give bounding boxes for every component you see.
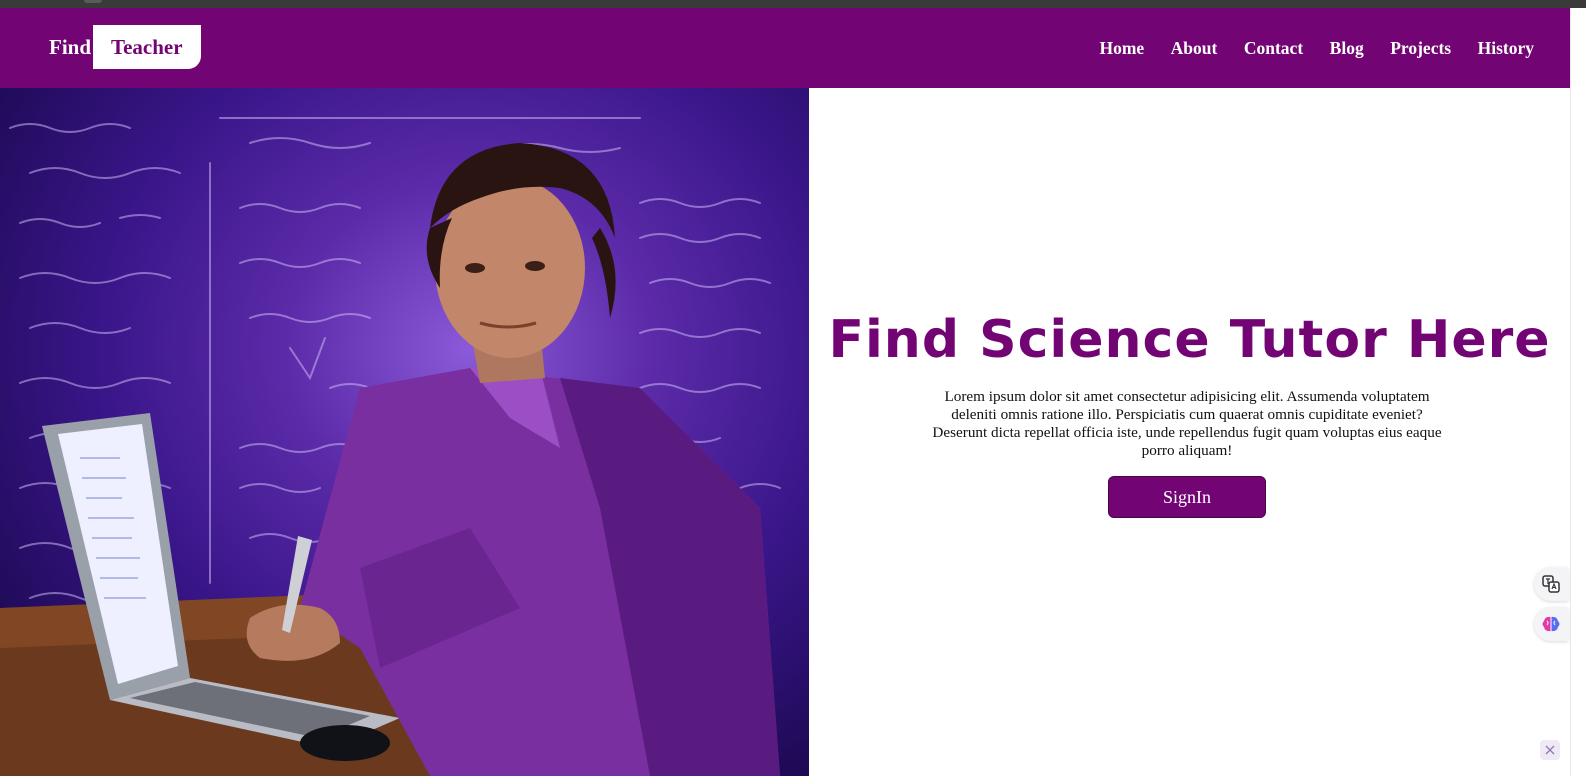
tutor-illustration [0,117,781,776]
collapse-widget-button[interactable] [1540,740,1560,760]
brand-find-text: Find [49,35,92,59]
signin-button[interactable]: SignIn [1108,476,1266,518]
hero-description: Lorem ipsum dolor sit amet consectetur a… [932,388,1442,459]
browser-chrome-strip [0,0,1586,8]
nav-link-home[interactable]: Home [1099,38,1144,59]
translate-widget[interactable] [1534,567,1568,601]
brand-teacher-text: Teacher [93,25,201,69]
computer-mouse [300,725,390,761]
collapse-icon [1545,745,1555,755]
nav-link-about[interactable]: About [1171,38,1218,59]
brain-icon [1542,616,1560,632]
nav-link-blog[interactable]: Blog [1330,38,1364,59]
nav-link-projects[interactable]: Projects [1390,38,1451,59]
navbar: Find Teacher Home About Contact Blog Pro… [0,8,1570,88]
hero-content: Find Science Tutor Here Lorem ipsum dolo… [809,88,1570,776]
page-scrollbar[interactable] [1570,8,1586,776]
ai-assistant-widget[interactable] [1534,607,1568,641]
brand-logo[interactable]: Find Teacher [49,25,201,69]
nav-link-history[interactable]: History [1478,38,1534,59]
nav-links: Home About Contact Blog Projects History [1073,8,1534,88]
browser-tab-edge [84,0,102,3]
hero-tutor-image [0,88,809,776]
page-headline: Find Science Tutor Here [828,310,1551,370]
nav-link-contact[interactable]: Contact [1244,38,1303,59]
translate-icon [1542,575,1560,593]
